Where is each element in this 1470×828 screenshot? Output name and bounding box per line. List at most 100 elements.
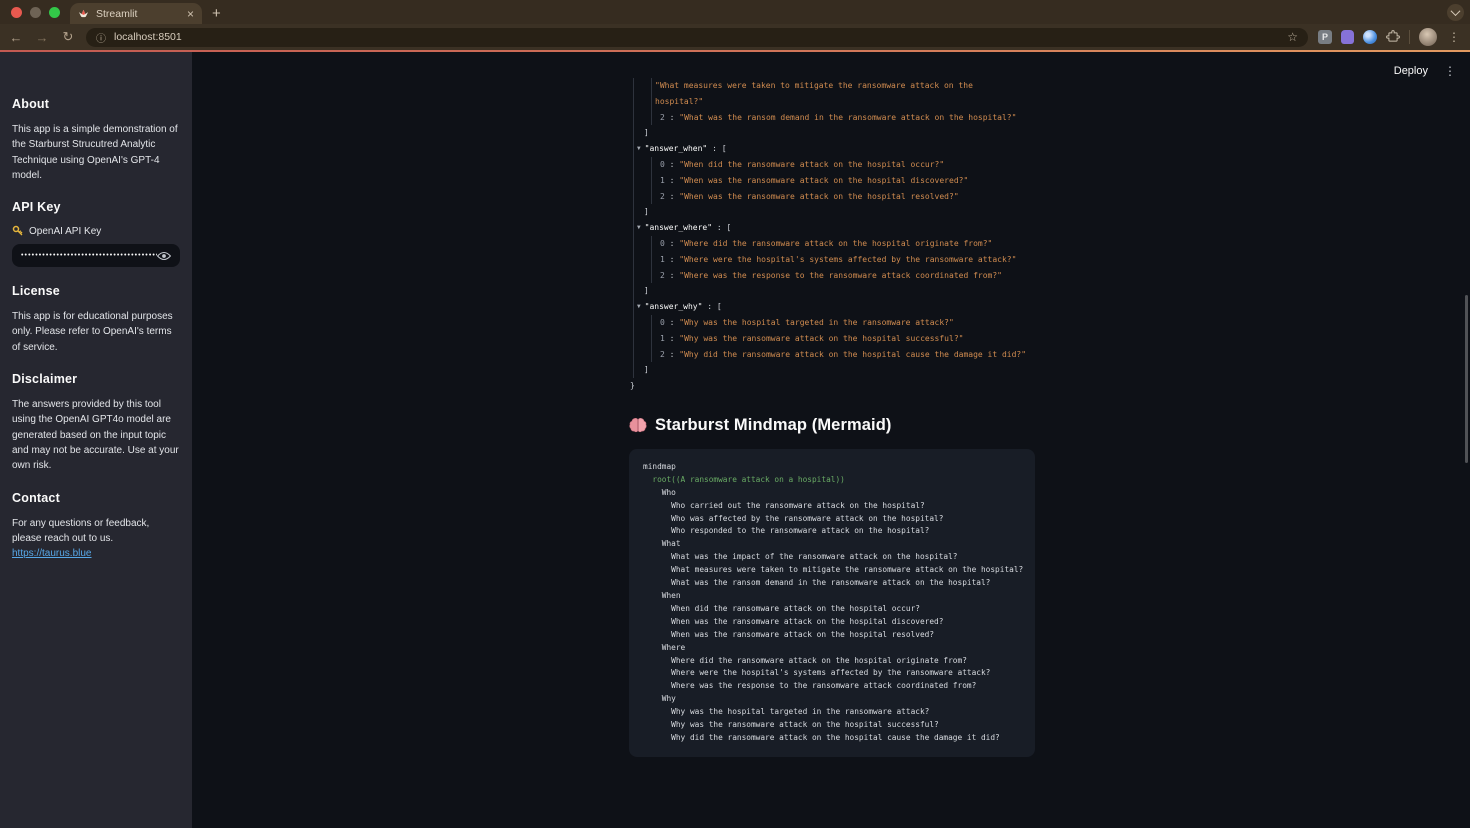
json-string: "Where did the ransomware attack on the … — [679, 238, 993, 248]
contact-link[interactable]: https://taurus.blue — [12, 548, 92, 559]
extension-purple-icon[interactable] — [1341, 30, 1354, 44]
new-tab-button[interactable]: + — [212, 5, 221, 24]
json-group: ▼ "answer_where" : [ 0 : "Where did the r… — [634, 220, 1035, 299]
json-object-body: "What measures were taken to mitigate th… — [633, 78, 1035, 379]
zoom-window-button[interactable] — [49, 7, 60, 18]
collapse-arrow-icon[interactable]: ▼ — [637, 303, 641, 310]
json-string: "When did the ransomware attack on the h… — [679, 159, 945, 169]
json-viewer: "What measures were taken to mitigate th… — [629, 78, 1035, 394]
code-line: root((A ransomware attack on a hospital)… — [643, 474, 845, 484]
tab-close-icon[interactable]: × — [187, 7, 194, 21]
json-close-bracket: ] — [634, 125, 1035, 141]
contact-text-span: For any questions or feedback, please re… — [12, 517, 150, 544]
json-line: hospital?" — [655, 94, 1035, 110]
chevron-down-icon — [1450, 6, 1461, 17]
json-open-bracket: : [ — [712, 223, 732, 233]
site-info-icon[interactable]: ⓘ — [96, 30, 106, 45]
bracket: } — [630, 381, 635, 391]
json-groups: ▼ "answer_when" : [ 0 : "When did the ran… — [634, 141, 1035, 378]
address-bar[interactable]: ⓘ localhost:8501 ☆ — [86, 27, 1308, 47]
contact-heading: Contact — [12, 490, 60, 505]
license-text: This app is for educational purposes onl… — [12, 311, 173, 353]
json-close-bracket: ] — [634, 283, 1035, 299]
json-string: "When was the ransomware attack on the h… — [679, 175, 969, 185]
code-line: Who carried out the ransomware attack on… — [643, 500, 925, 510]
json-open-bracket: : [ — [707, 144, 727, 154]
sidebar-section-disclaimer: Disclaimer The answers provided by this … — [12, 372, 180, 473]
about-text: This app is a simple demonstration of th… — [12, 124, 178, 181]
disclaimer-text: The answers provided by this tool using … — [12, 399, 179, 472]
bracket: ] — [644, 128, 649, 138]
json-line: 0 : "When did the ransomware attack on t… — [660, 157, 1035, 173]
code-line: What was the impact of the ransomware at… — [643, 552, 958, 562]
sidebar-section-contact: Contact For any questions or feedback, p… — [12, 491, 180, 562]
minimize-window-button[interactable] — [30, 7, 41, 18]
json-items: 0 : "Where did the ransomware attack on … — [651, 235, 1035, 284]
json-string: "Where were the hospital's systems affec… — [679, 254, 1017, 264]
code-line: When did the ransomware attack on the ho… — [643, 603, 920, 613]
code-line: Where was the response to the ransomware… — [643, 681, 977, 691]
back-button[interactable]: ← — [8, 30, 24, 45]
browser-tab-streamlit[interactable]: Streamlit × — [70, 3, 202, 24]
code-line: Where did the ransomware attack on the h… — [643, 655, 967, 665]
json-line: 0 : "Why was the hospital targeted in th… — [660, 315, 1035, 331]
app-header: Deploy ⋮ — [1394, 64, 1456, 78]
json-close-bracket: ] — [634, 362, 1035, 378]
bracket: ] — [644, 207, 649, 217]
json-line: 1 : "Why was the ransomware attack on th… — [660, 331, 1035, 347]
json-string: hospital?" — [655, 96, 704, 106]
browser-tabstrip: Streamlit × + — [0, 0, 1470, 24]
app-menu-icon[interactable]: ⋮ — [1444, 64, 1456, 78]
json-colon: : — [664, 159, 680, 169]
json-close-bracket: ] — [634, 204, 1035, 220]
json-colon: : — [664, 175, 680, 185]
json-string: "What measures were taken to mitigate th… — [655, 81, 973, 90]
json-string: "Why was the ransomware attack on the ho… — [679, 333, 964, 343]
code-line: Who was affected by the ransomware attac… — [643, 513, 944, 523]
sidebar-section-about: About This app is a simple demonstration… — [12, 97, 180, 183]
content-column: "What measures were taken to mitigate th… — [629, 78, 1035, 757]
collapse-arrow-icon[interactable]: ▼ — [637, 224, 641, 231]
forward-button[interactable]: → — [34, 30, 50, 45]
json-string: "Where was the response to the ransomwar… — [679, 270, 1002, 280]
tab-search-button[interactable] — [1447, 4, 1464, 21]
json-line: 1 : "When was the ransomware attack on t… — [660, 173, 1035, 189]
api-key-input[interactable]: ••••••••••••••••••••••••••••••••••••••••… — [12, 244, 180, 268]
bookmark-star-icon[interactable]: ☆ — [1287, 30, 1298, 44]
browser-menu-icon[interactable]: ⋮ — [1446, 30, 1462, 44]
extensions-puzzle-icon[interactable] — [1386, 30, 1400, 44]
contact-text: For any questions or feedback, please re… — [12, 516, 180, 562]
json-string: "What was the ransom demand in the ranso… — [679, 112, 1017, 122]
json-key: "answer_when" — [644, 144, 708, 154]
json-group: ▼ "answer_when" : [ 0 : "When did the ran… — [634, 141, 1035, 220]
toolbar-divider — [1409, 30, 1410, 44]
close-window-button[interactable] — [11, 7, 22, 18]
code-line: When was the ransomware attack on the ho… — [643, 616, 944, 626]
json-line: 2 : "What was the ransom demand in the r… — [660, 110, 1035, 126]
collapse-arrow-icon[interactable]: ▼ — [637, 145, 641, 152]
json-colon: : — [664, 270, 680, 280]
json-key: "answer_why" — [644, 302, 703, 312]
reload-button[interactable]: ↻ — [60, 29, 76, 45]
license-heading: License — [12, 284, 60, 299]
main-area: Deploy ⋮ "What measures were taken to mi… — [192, 52, 1470, 828]
code-line: Where — [643, 642, 686, 652]
show-password-eye-icon[interactable] — [157, 250, 171, 262]
code-line: What was the ransom demand in the ransom… — [643, 578, 991, 588]
extension-p-icon[interactable]: P — [1318, 30, 1332, 44]
json-group-header: ▼ "answer_where" : [ — [634, 220, 1035, 236]
deploy-button[interactable]: Deploy — [1394, 65, 1428, 77]
url-text[interactable]: localhost:8501 — [114, 31, 1279, 43]
json-items: 0 : "When did the ransomware attack on t… — [651, 156, 1035, 205]
scrollbar-thumb[interactable] — [1465, 295, 1468, 463]
sidebar-section-api-key: API Key OpenAI API Key •••••••••••••••••… — [12, 200, 180, 268]
json-key: "answer_where" — [644, 223, 713, 233]
mermaid-code-block[interactable]: mindmap root((A ransomware attack on a h… — [629, 448, 1035, 757]
code-line: When was the ransomware attack on the ho… — [643, 629, 935, 639]
json-root-close: } — [630, 378, 1035, 394]
profile-avatar[interactable] — [1419, 28, 1437, 46]
json-group-header: ▼ "answer_why" : [ — [634, 299, 1035, 315]
api-key-masked-value[interactable]: ••••••••••••••••••••••••••••••••••••••••… — [21, 252, 157, 259]
extension-blue-icon[interactable] — [1363, 30, 1377, 44]
tab-title: Streamlit — [96, 7, 138, 20]
